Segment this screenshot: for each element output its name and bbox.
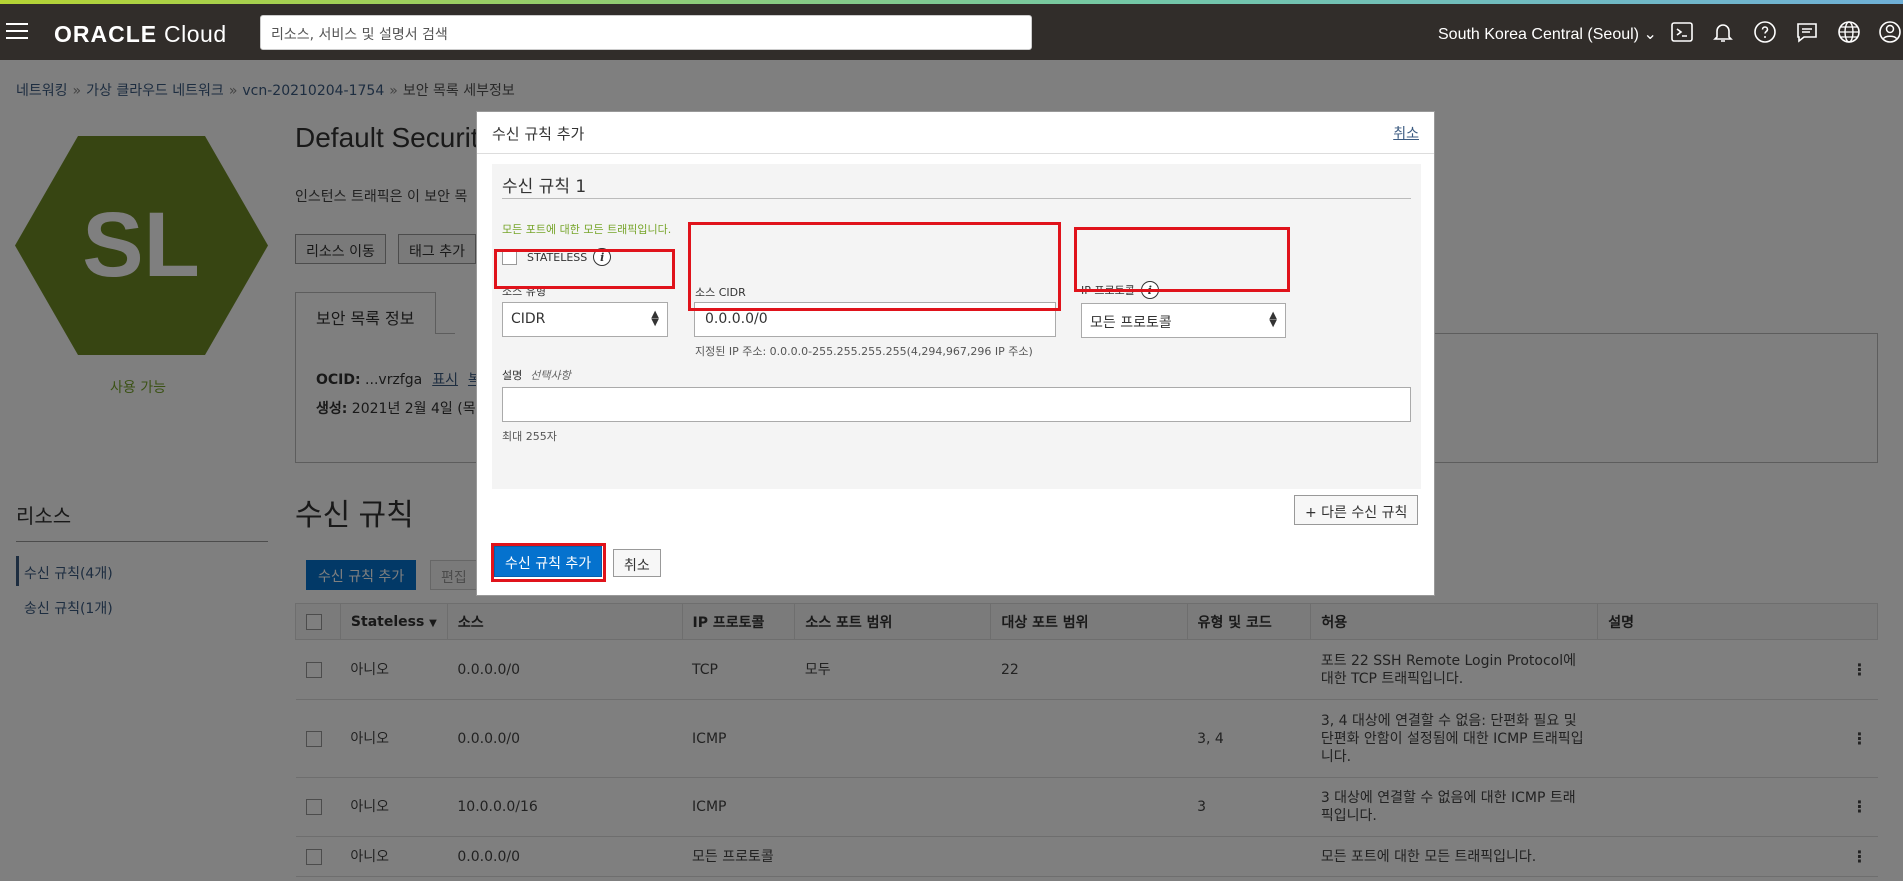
source-cidr-note: 지정된 IP 주소: 0.0.0.0-255.255.255.255(4,294… — [695, 345, 1033, 358]
highlight-ip-protocol — [1074, 227, 1290, 292]
dialog-cancel-link[interactable]: 취소 — [1393, 123, 1419, 143]
source-type-select[interactable]: CIDR ▲ ▼ — [502, 302, 668, 337]
chevron-down-icon: ⌄ — [1643, 26, 1657, 43]
rule-divider — [502, 198, 1411, 199]
select-arrows-icon: ▲ ▼ — [651, 309, 659, 328]
rule-hint: 모든 포트에 대한 모든 트래픽입니다. — [502, 223, 672, 236]
description-label: 설명 선택사항 — [502, 369, 571, 382]
description-note: 최대 255자 — [502, 430, 557, 443]
help-icon[interactable] — [1753, 20, 1777, 44]
dialog-title: 수신 규칙 추가 — [492, 125, 585, 143]
highlight-source-type — [494, 249, 675, 289]
region-selector[interactable]: South Korea Central (Seoul) ⌄ — [1438, 24, 1657, 44]
add-another-ingress-rule-button[interactable]: + 다른 수신 규칙 — [1294, 495, 1419, 525]
user-profile-icon[interactable] — [1878, 20, 1902, 44]
hamburger-menu-icon[interactable] — [6, 23, 28, 41]
chat-icon[interactable] — [1795, 20, 1819, 44]
rule-title: 수신 규칙 1 — [502, 177, 587, 197]
highlight-submit-button — [491, 543, 606, 582]
description-input[interactable] — [502, 387, 1411, 422]
dialog-header: 수신 규칙 추가 취소 — [477, 112, 1434, 154]
globe-icon[interactable] — [1837, 20, 1861, 44]
ip-protocol-select[interactable]: 모든 프로토콜 ▲ ▼ — [1081, 303, 1286, 338]
select-arrows-icon: ▲ ▼ — [1269, 310, 1277, 329]
add-ingress-rules-dialog: 수신 규칙 추가 취소 수신 규칙 1 모든 포트에 대한 모든 트래픽입니다.… — [476, 111, 1435, 596]
dialog-cancel-button[interactable]: 취소 — [613, 549, 661, 577]
highlight-source-cidr — [688, 222, 1061, 311]
global-search-input[interactable]: 리소스, 서비스 및 설명서 검색 — [260, 15, 1032, 50]
ingress-rule-panel: 수신 규칙 1 모든 포트에 대한 모든 트래픽입니다. STATELESS i… — [492, 164, 1421, 489]
bell-icon[interactable] — [1711, 20, 1735, 44]
top-navigation-bar: ORACLE Cloud 리소스, 서비스 및 설명서 검색 South Kor… — [0, 4, 1903, 60]
oracle-cloud-logo[interactable]: ORACLE Cloud — [54, 21, 227, 48]
cloud-shell-icon[interactable] — [1670, 20, 1694, 44]
